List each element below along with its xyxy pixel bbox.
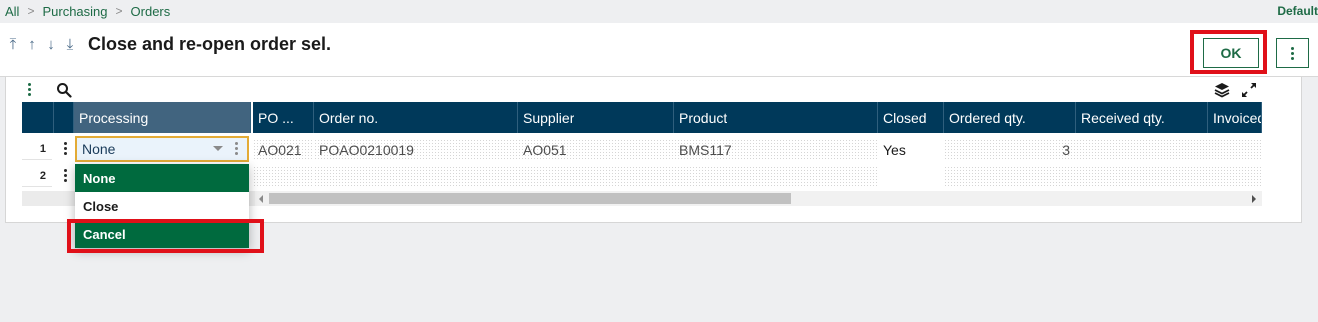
layers-icon[interactable] xyxy=(1214,82,1230,98)
cell-product[interactable]: BMS117 xyxy=(674,139,878,161)
scroll-right-icon[interactable] xyxy=(1252,195,1256,203)
row-menu-icon[interactable] xyxy=(64,142,67,155)
scroll-left-icon[interactable] xyxy=(259,195,263,203)
cell-received-qty[interactable] xyxy=(1076,139,1208,161)
page-title: Close and re-open order sel. xyxy=(88,34,332,54)
more-vertical-icon xyxy=(1291,46,1294,60)
expand-icon[interactable] xyxy=(1241,82,1257,98)
column-header-ordered-qty[interactable]: Ordered qty. xyxy=(944,102,1076,133)
chevron-right-icon: > xyxy=(27,4,35,18)
cell-supplier[interactable] xyxy=(518,166,674,188)
dropdown-caret-icon[interactable] xyxy=(213,146,223,151)
default-label[interactable]: Default xyxy=(1277,4,1318,18)
option-none[interactable]: None xyxy=(75,164,249,192)
column-header-supplier[interactable]: Supplier xyxy=(518,102,674,133)
option-close[interactable]: Close xyxy=(75,192,249,220)
cell-order-no[interactable]: POAO0210019 xyxy=(314,139,518,161)
row-number: 2 xyxy=(22,165,52,187)
cell-options-icon[interactable] xyxy=(235,142,238,155)
page-header: ⤒ ↑ ↓ ⤓ Close and re-open order sel. OK xyxy=(0,23,1318,77)
breadcrumb: All > Purchasing > Orders Default xyxy=(0,0,1318,22)
record-navigation: ⤒ ↑ ↓ ⤓ xyxy=(6,36,77,53)
breadcrumb-all[interactable]: All xyxy=(5,4,19,19)
scrollbar-thumb[interactable] xyxy=(269,193,791,204)
cell-closed[interactable]: Yes xyxy=(878,139,944,161)
row-number-header xyxy=(22,102,54,133)
cell-ordered-qty[interactable] xyxy=(944,166,1076,188)
row-number: 1 xyxy=(22,138,52,160)
search-icon[interactable] xyxy=(56,82,72,98)
cancel-highlight-box xyxy=(67,219,264,253)
column-header-received-qty[interactable]: Received qty. xyxy=(1076,102,1208,133)
cell-po[interactable] xyxy=(253,166,314,188)
chevron-right-icon: > xyxy=(115,4,123,18)
cell-ordered-qty[interactable]: 3 xyxy=(944,139,1076,161)
column-header-po[interactable]: PO ... xyxy=(253,102,314,133)
column-header-order-no[interactable]: Order no. xyxy=(314,102,518,133)
column-header-closed[interactable]: Closed xyxy=(878,102,944,133)
cell-supplier[interactable]: AO051 xyxy=(518,139,674,161)
more-actions-button[interactable] xyxy=(1276,38,1309,68)
previous-record-icon[interactable]: ↑ xyxy=(25,36,39,53)
horizontal-scrollbar[interactable] xyxy=(255,191,1262,206)
column-header-invoiced[interactable]: Invoiced xyxy=(1208,102,1262,133)
cell-po[interactable]: AO021 xyxy=(253,139,314,161)
cell-closed[interactable] xyxy=(878,166,944,188)
processing-select[interactable]: None xyxy=(75,136,249,162)
breadcrumb-orders[interactable]: Orders xyxy=(131,4,171,19)
processing-value: None xyxy=(82,141,116,157)
grid-options-icon[interactable] xyxy=(28,83,31,96)
cell-product[interactable] xyxy=(674,166,878,188)
row-actions-header xyxy=(54,102,74,133)
row-menu-icon[interactable] xyxy=(64,169,67,182)
next-record-icon[interactable]: ↓ xyxy=(44,36,58,53)
column-header-product[interactable]: Product xyxy=(674,102,878,133)
breadcrumb-purchasing[interactable]: Purchasing xyxy=(42,4,107,19)
cell-received-qty[interactable] xyxy=(1076,166,1208,188)
cell-invoiced[interactable] xyxy=(1208,139,1262,161)
ok-button[interactable]: OK xyxy=(1203,38,1259,68)
first-record-icon[interactable]: ⤒ xyxy=(6,36,20,53)
last-record-icon[interactable]: ⤓ xyxy=(63,36,77,53)
column-header-processing[interactable]: Processing xyxy=(74,102,251,133)
cell-order-no[interactable] xyxy=(314,166,518,188)
cell-invoiced[interactable] xyxy=(1208,166,1262,188)
